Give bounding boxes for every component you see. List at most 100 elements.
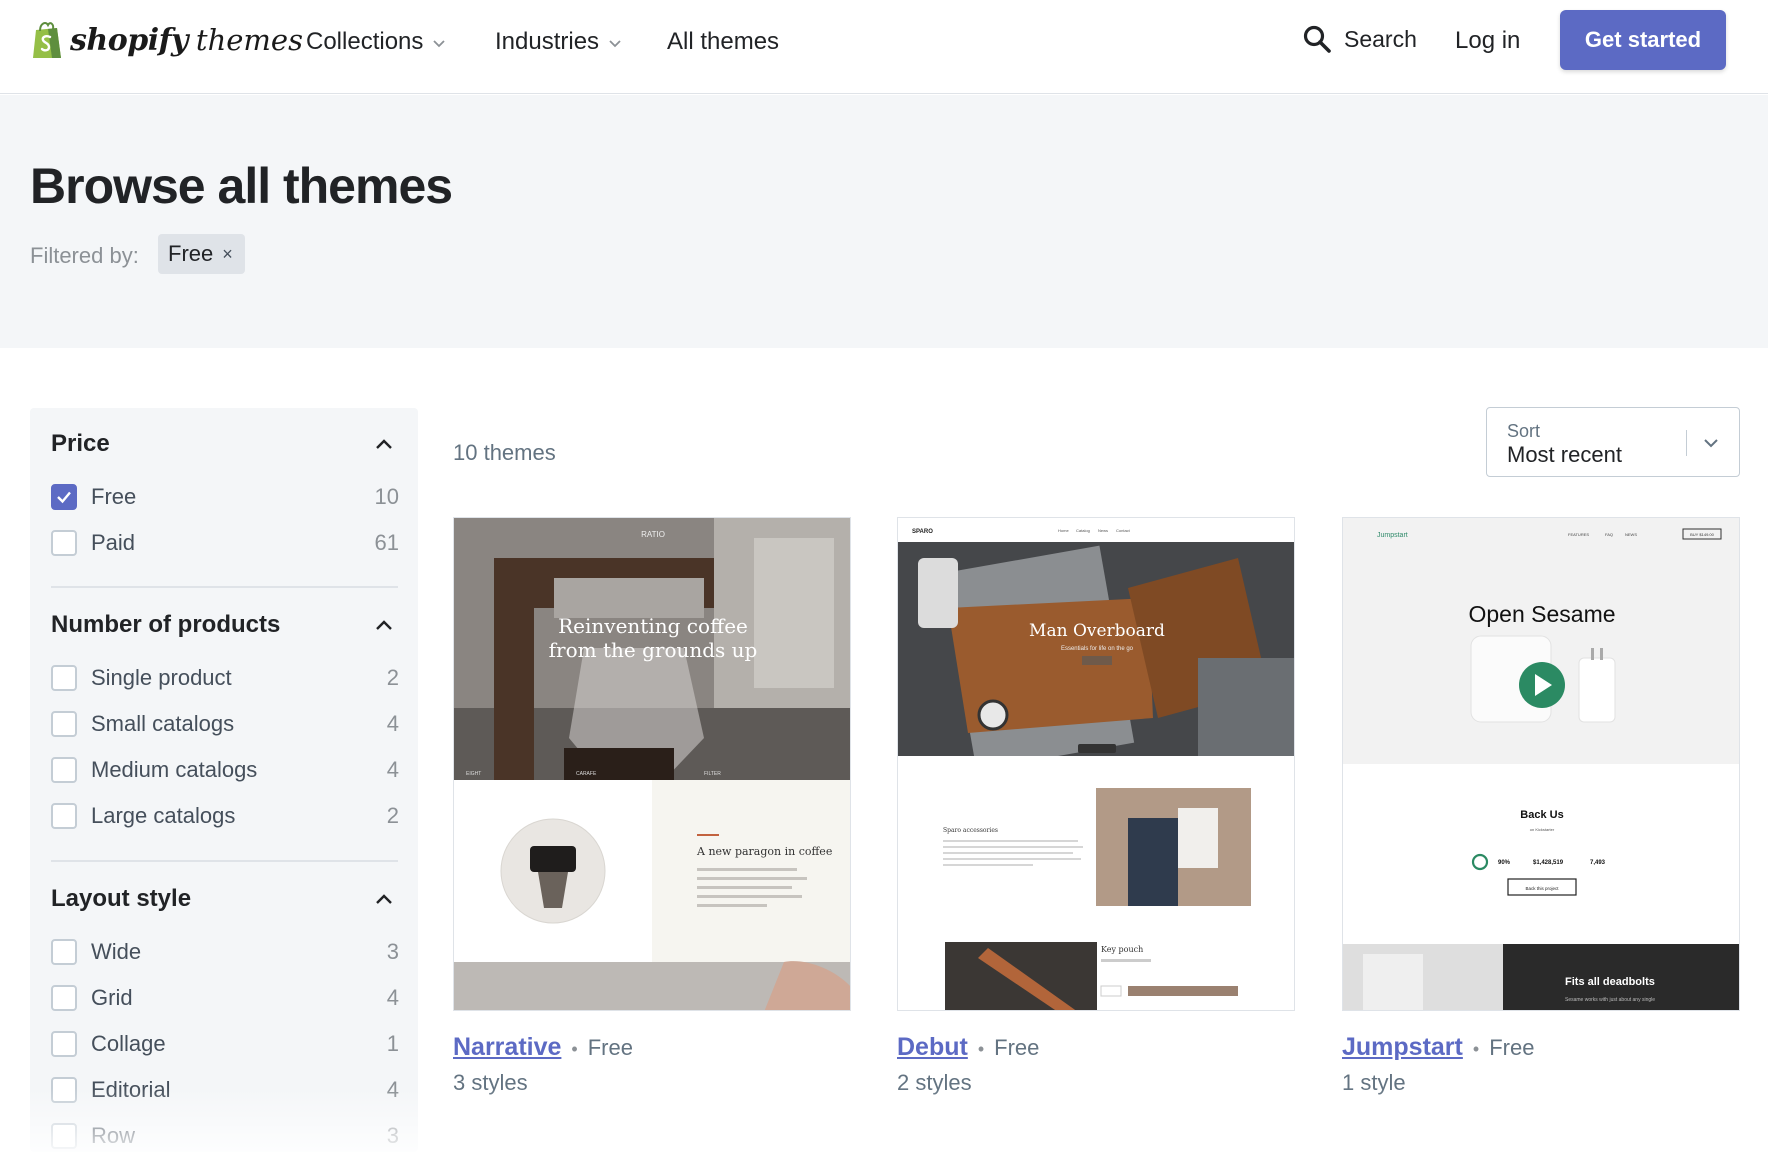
checkbox[interactable] [51, 665, 77, 691]
filter-option-count: 3 [386, 939, 399, 964]
theme-price: Free [1489, 1035, 1535, 1060]
chevron-down-icon [1704, 439, 1718, 448]
filter-heading-products[interactable]: Number of products [51, 611, 280, 639]
preview-stat-percent: 90% [1498, 860, 1511, 866]
sort-label: Sort [1507, 421, 1541, 441]
preview-nav-news: News [1098, 528, 1108, 533]
preview-nav-right: FILTER [704, 771, 721, 777]
preview-buy-button: BUY $149.00 [1690, 532, 1714, 537]
search-label: Search [1344, 25, 1417, 52]
theme-preview-narrative[interactable]: RATIO Reinventing coffee from the ground… [453, 517, 851, 1011]
filter-option-label: Editorial [91, 1077, 171, 1102]
preview-stat-pledged: $1,428,519 [1533, 860, 1564, 866]
nav-industries[interactable]: Industries [495, 26, 622, 58]
search-button[interactable]: Search [1302, 24, 1417, 54]
filter-option-label: Single product [91, 665, 232, 690]
filter-option-free[interactable]: Free 10 [51, 482, 399, 512]
checkbox[interactable] [51, 1123, 77, 1149]
filter-option-grid[interactable]: Grid 4 [51, 983, 399, 1013]
separator-dot: • [1472, 1039, 1480, 1059]
nav-industries-label: Industries [495, 28, 600, 55]
filter-option-count: 4 [386, 711, 399, 736]
nav-collections-label: Collections [306, 28, 424, 55]
active-filter-chip[interactable]: Free × [158, 234, 245, 274]
filter-divider [51, 860, 398, 862]
theme-preview-jumpstart[interactable]: Jumpstart FEATURES FAQ NEWS BUY $149.00 … [1342, 517, 1740, 1011]
theme-card-jumpstart[interactable]: Jumpstart FEATURES FAQ NEWS BUY $149.00 … [1342, 517, 1740, 1096]
shopify-themes-logo[interactable]: shopify themes [30, 18, 303, 62]
checkbox[interactable] [51, 530, 77, 556]
theme-card-narrative[interactable]: RATIO Reinventing coffee from the ground… [453, 517, 851, 1096]
filter-option-count: 2 [386, 665, 399, 690]
filter-option-paid[interactable]: Paid 61 [51, 528, 399, 558]
remove-filter-icon[interactable]: × [222, 244, 233, 265]
theme-name-link[interactable]: Debut [897, 1033, 968, 1062]
filter-option-count: 61 [374, 530, 399, 555]
login-link[interactable]: Log in [1455, 27, 1520, 55]
theme-price: Free [994, 1035, 1040, 1060]
theme-preview-debut[interactable]: SPARO Home Catalog News Contact Man Over… [897, 517, 1295, 1011]
checkbox[interactable] [51, 757, 77, 783]
theme-price: Free [587, 1035, 633, 1060]
get-started-button[interactable]: Get started [1560, 10, 1726, 70]
filter-option-count: 10 [374, 484, 399, 509]
preview-nav-contact: Contact [1116, 528, 1131, 533]
separator-dot: • [571, 1039, 578, 1059]
hero-banner: Browse all themes Filtered by: Free × [0, 95, 1768, 348]
filter-option-count: 4 [386, 757, 399, 782]
checkbox-checked[interactable] [51, 484, 77, 510]
checkbox[interactable] [51, 939, 77, 965]
filter-sidebar: Price Free 10 Paid 61 Number of products… [30, 408, 418, 1152]
nav-collections[interactable]: Collections [306, 26, 446, 58]
theme-card-debut[interactable]: SPARO Home Catalog News Contact Man Over… [897, 517, 1295, 1096]
preview-headline-line2: from the grounds up [549, 638, 758, 662]
top-navigation: shopify themes Collections Industries Al… [0, 0, 1768, 94]
preview-headline: Open Sesame [1468, 601, 1615, 627]
checkbox[interactable] [51, 711, 77, 737]
checkbox[interactable] [51, 1031, 77, 1057]
filter-heading-price[interactable]: Price [51, 430, 110, 458]
sort-value: Most recent [1507, 442, 1622, 467]
theme-name-link[interactable]: Narrative [453, 1033, 561, 1062]
preview-brand: Jumpstart [1377, 532, 1408, 539]
filter-option-label: Small catalogs [91, 711, 235, 736]
filter-option-medium-catalogs[interactable]: Medium catalogs 4 [51, 755, 399, 785]
filter-option-collage[interactable]: Collage 1 [51, 1029, 399, 1059]
filter-option-label: Medium catalogs [91, 757, 258, 782]
sort-select[interactable]: Sort Most recent [1486, 407, 1740, 477]
filter-option-editorial[interactable]: Editorial 4 [51, 1075, 399, 1105]
preview-banner-title: Fits all deadbolts [1565, 976, 1655, 988]
preview-subheading: A new paragon in coffee [696, 845, 832, 858]
filter-option-count: 4 [386, 985, 399, 1010]
separator-dot: • [977, 1039, 985, 1059]
preview-brand: RATIO [641, 530, 665, 539]
preview-section-title: Back Us [1520, 809, 1563, 821]
checkbox[interactable] [51, 1077, 77, 1103]
filter-option-count: 3 [386, 1123, 399, 1148]
filter-option-single-product[interactable]: Single product 2 [51, 663, 399, 693]
filter-option-label: Collage [91, 1031, 166, 1056]
filter-option-label: Large catalogs [91, 803, 236, 828]
filter-option-wide[interactable]: Wide 3 [51, 937, 399, 967]
checkmark-icon [57, 491, 71, 504]
preview-headline: Man Overboard [1029, 621, 1165, 641]
page-title: Browse all themes [30, 158, 453, 214]
preview-product-title: Key pouch [1101, 945, 1143, 954]
nav-all-themes[interactable]: All themes [667, 26, 779, 58]
filter-option-small-catalogs[interactable]: Small catalogs 4 [51, 709, 399, 739]
theme-title-row: Jumpstart • Free [1342, 1033, 1740, 1062]
filter-heading-layout[interactable]: Layout style [51, 885, 191, 913]
theme-name-link[interactable]: Jumpstart [1342, 1033, 1463, 1062]
preview-nav-news: NEWS [1625, 532, 1637, 537]
preview-section-title: Sparo accessories [943, 827, 998, 834]
logo-wordmark: shopify [70, 22, 188, 58]
filter-option-row[interactable]: Row 3 [51, 1121, 399, 1151]
filter-option-large-catalogs[interactable]: Large catalogs 2 [51, 801, 399, 831]
chevron-up-icon[interactable] [375, 619, 393, 631]
checkbox[interactable] [51, 985, 77, 1011]
preview-headline-line1: Reinventing coffee [558, 614, 748, 638]
checkbox[interactable] [51, 803, 77, 829]
chevron-up-icon[interactable] [375, 893, 393, 905]
chevron-up-icon[interactable] [375, 438, 393, 450]
filter-option-label: Paid [91, 530, 136, 555]
